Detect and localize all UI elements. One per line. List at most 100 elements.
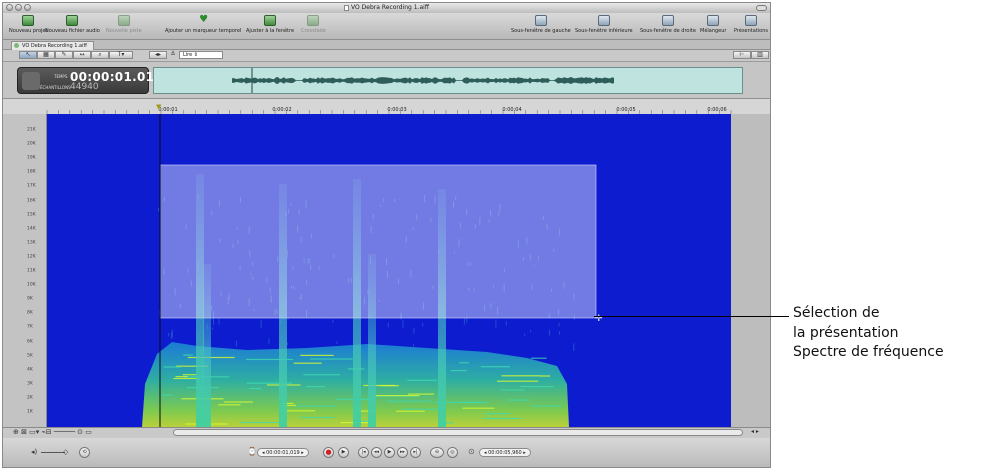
volume-knob-icon[interactable]: ◇ <box>63 448 68 456</box>
play-button[interactable]: ▶ <box>384 447 395 458</box>
ruler-tick-label: 0:00:05 <box>616 107 636 113</box>
volume-icon: ◂) <box>31 448 38 456</box>
window-title: VO Debra Recording 1.aiff <box>3 3 770 13</box>
playhead-lock-icon[interactable]: ⚓ <box>169 51 177 59</box>
left-pane-button[interactable]: Sous-fenêtre de gauche <box>511 15 571 34</box>
frequency-axis-label: 18K <box>27 169 36 175</box>
horizontal-scroll-bar: ⊕ ⊠ ▭▾ ⌁⊟ ───── ⊙ ▭ ◂ ▸ <box>3 427 770 438</box>
frequency-axis-label: 15K <box>27 212 36 218</box>
fit-to-window-button[interactable]: Ajuster à la fenêtre <box>246 15 294 34</box>
zoom-tool-icon[interactable]: ⌕ <box>91 51 109 59</box>
time-marker-icon: ♥ <box>199 14 209 25</box>
callout-leader-line <box>594 316 789 317</box>
tool-menu-icon[interactable]: T▾ <box>109 51 133 59</box>
frequency-axis-label: 13K <box>27 240 36 246</box>
editor-tool-bar: ↖ ▦ ✎ ↔ ⌕ T▾ ◂▸ ⚓ Lire ⇕ ⊢ ▥ <box>3 50 770 62</box>
overview-waveform <box>232 68 614 93</box>
vertical-scroll-area[interactable] <box>731 114 770 427</box>
crossfade-button[interactable]: Crossfade <box>301 15 326 34</box>
frequency-axis-label: 3K <box>27 381 33 387</box>
scroll-thumb[interactable] <box>173 429 743 436</box>
loop-button[interactable]: ⊖ <box>430 447 444 458</box>
pencil-tool-icon[interactable]: ✎ <box>55 51 73 59</box>
frequency-axis-label: 19K <box>27 155 36 161</box>
bottom-pane-button[interactable]: Sous-fenêtre inférieure <box>575 15 633 34</box>
new-project-button[interactable]: Nouveau projet <box>9 15 47 34</box>
rewind-button[interactable]: ◂◂ <box>371 447 382 458</box>
new-audio-file-icon <box>66 15 79 26</box>
frequency-axis-label: 2K <box>27 395 33 401</box>
playhead-timecode[interactable]: ◂ 00:00:01,019 ▸ <box>257 448 309 457</box>
left-pane-icon <box>534 15 547 26</box>
record-button[interactable]: ● <box>323 447 334 458</box>
add-time-marker-button[interactable]: ♥ Ajouter un marqueur temporel <box>165 14 241 35</box>
right-pane-icon <box>661 15 674 26</box>
frequency-axis-label: 1K <box>27 409 33 415</box>
playhead-mode-select[interactable]: Lire ⇕ <box>179 51 223 59</box>
new-audio-file-button[interactable]: Nouveau fichier audio <box>45 15 100 34</box>
mixer-button[interactable]: Mélangeur <box>700 15 727 34</box>
overview-pane: TEMPS 00:00:01.01 ÉCHANTILLONS 44940 <box>3 62 770 99</box>
go-to-end-button[interactable]: ▸| <box>410 447 421 458</box>
layouts-icon <box>745 15 757 26</box>
new-track-button[interactable]: Nouvelle piste <box>106 15 142 34</box>
frequency-axis-label: 9K <box>27 296 33 302</box>
spectrum-editor: 21K 20K 19K 18K 17K 16K 15K 14K 13K 12K 11K 10K 9K 8K… <box>3 114 770 427</box>
scrub-tool-icon[interactable]: ↔ <box>73 51 91 59</box>
frequency-selection-tool-icon[interactable]: ▦ <box>37 51 55 59</box>
waveform-view-icon[interactable]: ▥ <box>751 51 769 59</box>
frequency-axis-label: 6K <box>27 339 33 344</box>
fast-forward-button[interactable]: ▸▸ <box>397 447 408 458</box>
fit-window-icon <box>264 15 277 26</box>
play-button-alt[interactable]: ▶ <box>338 447 349 458</box>
crossfade-icon <box>307 15 320 26</box>
sync-button[interactable]: ◎ <box>447 447 458 458</box>
selection-tool-icon[interactable]: ↖ <box>19 51 37 59</box>
ruler-tick-label: 0:00:03 <box>387 107 407 113</box>
time-display: TEMPS 00:00:01.01 ÉCHANTILLONS 44940 <box>17 67 154 94</box>
go-to-start-button[interactable]: |◂ <box>358 447 369 458</box>
frequency-axis-label: 21K <box>27 127 36 133</box>
frequency-axis-label: 4K <box>27 367 33 373</box>
time-ruler[interactable]: 0:00:01 0:00:02 0:00:03 0:00:04 0:00:05 … <box>3 99 770 115</box>
callout-label: Sélection de la présentation Spectre de … <box>793 305 944 360</box>
zoom-slider-icon[interactable]: ⊕ ⊠ ▭▾ ⌁⊟ ───── ⊙ ▭ <box>13 428 92 436</box>
main-toolbar: Nouveau projet Nouveau fichier audio Nou… <box>3 13 770 40</box>
frequency-axis-label: 8K <box>27 310 33 316</box>
close-tab-icon[interactable] <box>14 43 19 48</box>
frequency-axis-label: 17K <box>27 183 36 189</box>
frequency-axis-label: 12K <box>27 254 36 260</box>
time-display-knob[interactable] <box>22 72 40 90</box>
global-waveform-overview[interactable] <box>153 67 743 94</box>
frequency-axis-label: 16K <box>27 198 36 203</box>
new-track-icon <box>117 15 130 26</box>
document-tab[interactable]: VO Debra Recording 1.aiff <box>11 41 94 50</box>
layouts-button[interactable]: Présentations <box>734 15 768 34</box>
scroll-arrows-icon[interactable]: ◂ ▸ <box>751 428 759 435</box>
duration-icon: ⊙ <box>468 447 475 456</box>
document-tab-bar: VO Debra Recording 1.aiff <box>3 40 770 50</box>
nav-arrows-icon[interactable]: ◂▸ <box>149 51 167 59</box>
duration-timecode[interactable]: ◂ 00:00:05,960 ▸ <box>479 448 531 457</box>
ruler-tick-label: 0:00:02 <box>272 107 292 113</box>
ruler-tick-label: 0:00:06 <box>707 107 727 113</box>
frequency-spectrum-view[interactable]: ✛ <box>47 114 731 427</box>
frequency-axis-label: 10K <box>27 282 36 288</box>
toolbar-toggle-button[interactable] <box>756 5 767 11</box>
frequency-axis: 21K 20K 19K 18K 17K 16K 15K 14K 13K 12K 11K 10K 9K 8K… <box>3 114 47 427</box>
frequency-axis-label: 11K <box>27 268 36 274</box>
fit-wave-icon[interactable]: ⊢ <box>733 51 751 59</box>
new-project-icon <box>22 15 35 26</box>
playhead-position-icon: ⌚ <box>247 447 257 456</box>
frequency-axis-label: 5K <box>27 353 33 359</box>
cycle-icon[interactable]: ⟲ <box>79 447 90 458</box>
ruler-tick-label: 0:00:04 <box>502 107 522 113</box>
right-pane-button[interactable]: Sous-fenêtre de droite <box>640 15 696 34</box>
mixer-icon <box>707 15 720 26</box>
spectrogram: ✛ <box>47 114 731 427</box>
frequency-axis-label: 14K <box>27 226 36 232</box>
volume-slider[interactable] <box>41 452 65 453</box>
layout-selection-rect <box>159 164 597 319</box>
frequency-axis-label: 20K <box>27 141 36 147</box>
playhead-marker-icon[interactable]: ▼ <box>156 103 161 111</box>
